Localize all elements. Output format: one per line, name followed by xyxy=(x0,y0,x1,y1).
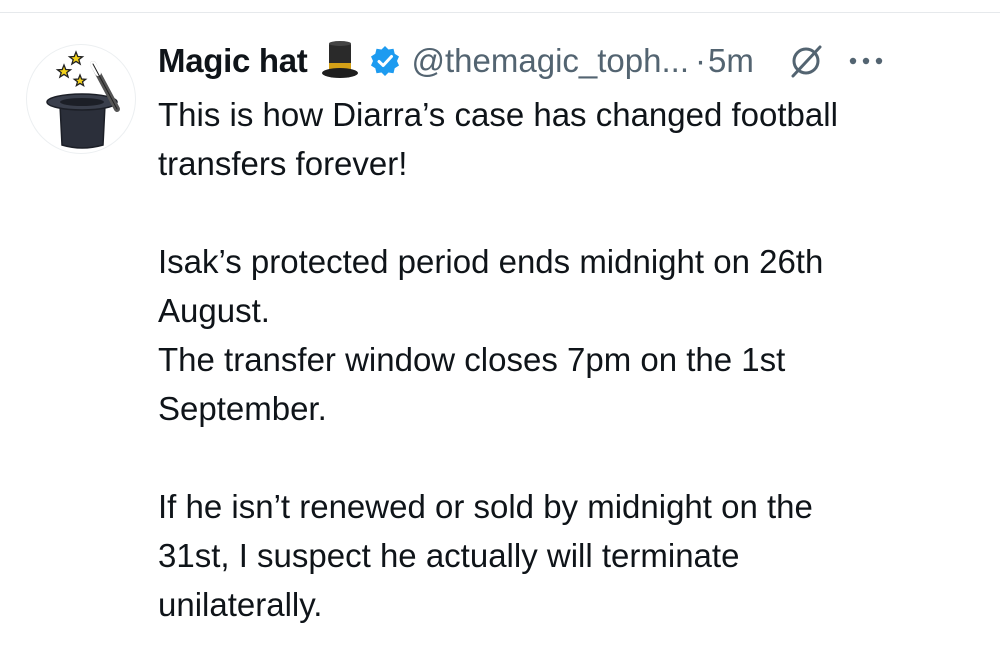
timestamp[interactable]: 5m xyxy=(708,42,754,80)
more-options-icon[interactable] xyxy=(846,51,886,71)
tweet-text-line: September. xyxy=(158,390,327,427)
top-hat-emoji-icon xyxy=(318,39,362,83)
tweet-text-line: This is how Diarra’s case has changed fo… xyxy=(158,96,838,133)
tweet-header: Magic hat @themagic_toph... · 5m xyxy=(158,38,886,84)
tweet[interactable]: Magic hat @themagic_toph... · 5m This is… xyxy=(0,0,1000,646)
tweet-text-line: transfers forever! xyxy=(158,145,408,182)
tweet-text: This is how Diarra’s case has changed fo… xyxy=(158,90,978,629)
tweet-text-line: If he isn’t renewed or sold by midnight … xyxy=(158,488,813,525)
tweet-text-line: The transfer window closes 7pm on the 1s… xyxy=(158,341,786,378)
tweet-text-line: 31st, I suspect he actually will termina… xyxy=(158,537,740,574)
tweet-text-line: unilaterally. xyxy=(158,586,323,623)
verified-badge-icon[interactable] xyxy=(368,44,402,78)
tweet-text-line: August. xyxy=(158,292,270,329)
divider xyxy=(0,12,1000,13)
author-handle[interactable]: @themagic_toph... xyxy=(412,42,690,80)
grok-icon[interactable] xyxy=(788,43,824,79)
avatar[interactable] xyxy=(26,44,136,154)
magic-hat-icon xyxy=(46,50,120,149)
display-name[interactable]: Magic hat xyxy=(158,42,308,80)
tweet-text-line: Isak’s protected period ends midnight on… xyxy=(158,243,824,280)
separator-dot: · xyxy=(695,42,706,79)
